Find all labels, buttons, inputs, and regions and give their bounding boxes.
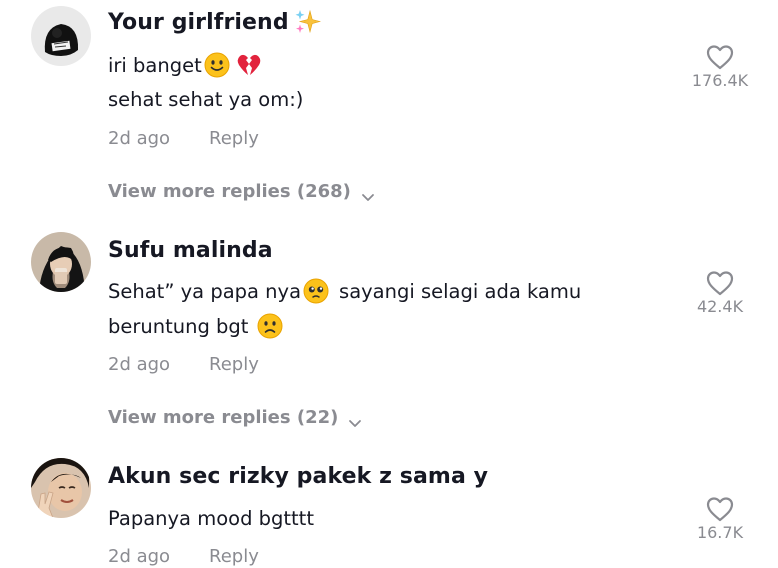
comment-text: Papanya mood bgtttt	[108, 507, 314, 530]
comment-text: sayangi selagi ada kamu	[339, 279, 582, 303]
chevron-down-icon	[361, 187, 375, 201]
sparkles-icon	[293, 8, 321, 36]
avatar[interactable]	[31, 6, 91, 66]
comment-text-line: Sehat” ya papa nya sayangi selagi ada ka…	[108, 278, 581, 304]
like-count: 16.7K	[696, 523, 744, 542]
comment-text-line: iri banget	[108, 52, 262, 78]
slightly-smiling-face-icon	[204, 52, 230, 78]
like-count: 176.4K	[691, 71, 749, 90]
comment-timestamp: 2d ago	[108, 128, 171, 149]
avatar[interactable]	[31, 232, 91, 292]
slightly-frowning-face-icon	[257, 313, 283, 339]
like-count: 42.4K	[696, 297, 744, 316]
reply-button[interactable]: Reply	[209, 128, 259, 149]
comment-text: iri banget	[108, 53, 202, 77]
heart-outline-icon	[706, 271, 734, 296]
comment-text: beruntung bgt	[108, 314, 255, 338]
like-button[interactable]: 42.4K	[680, 270, 760, 316]
comment-timestamp: 2d ago	[108, 546, 171, 567]
comment-text-line: sehat sehat ya om:)	[108, 88, 303, 111]
heart-outline-icon	[706, 497, 734, 522]
comment-username[interactable]: Akun sec rizky pakek z sama y	[108, 464, 488, 489]
comment-text: sehat sehat ya om:)	[108, 88, 304, 111]
reply-button[interactable]: Reply	[209, 354, 259, 375]
username-text: Your girlfriend	[108, 9, 289, 35]
comment-username[interactable]: Your girlfriend	[108, 8, 321, 36]
broken-heart-icon	[236, 52, 262, 78]
view-more-label: View more replies (22)	[108, 407, 339, 428]
avatar[interactable]	[31, 458, 91, 518]
view-more-replies-button[interactable]: View more replies (22)	[108, 407, 362, 428]
comment-timestamp: 2d ago	[108, 354, 171, 375]
chevron-down-icon	[348, 413, 362, 427]
like-button[interactable]: 16.7K	[680, 496, 760, 542]
comment-username[interactable]: Sufu malinda	[108, 238, 273, 263]
comment-text: Sehat” ya papa nya	[108, 279, 302, 303]
view-more-replies-button[interactable]: View more replies (268)	[108, 181, 375, 202]
view-more-label: View more replies (268)	[108, 181, 351, 202]
comment-text-line: beruntung bgt	[108, 313, 283, 339]
pleading-face-icon	[303, 278, 329, 304]
reply-button[interactable]: Reply	[209, 546, 259, 567]
comment-text-line: Papanya mood bgtttt	[108, 507, 314, 530]
heart-outline-icon	[706, 45, 734, 70]
like-button[interactable]: 176.4K	[680, 44, 760, 90]
